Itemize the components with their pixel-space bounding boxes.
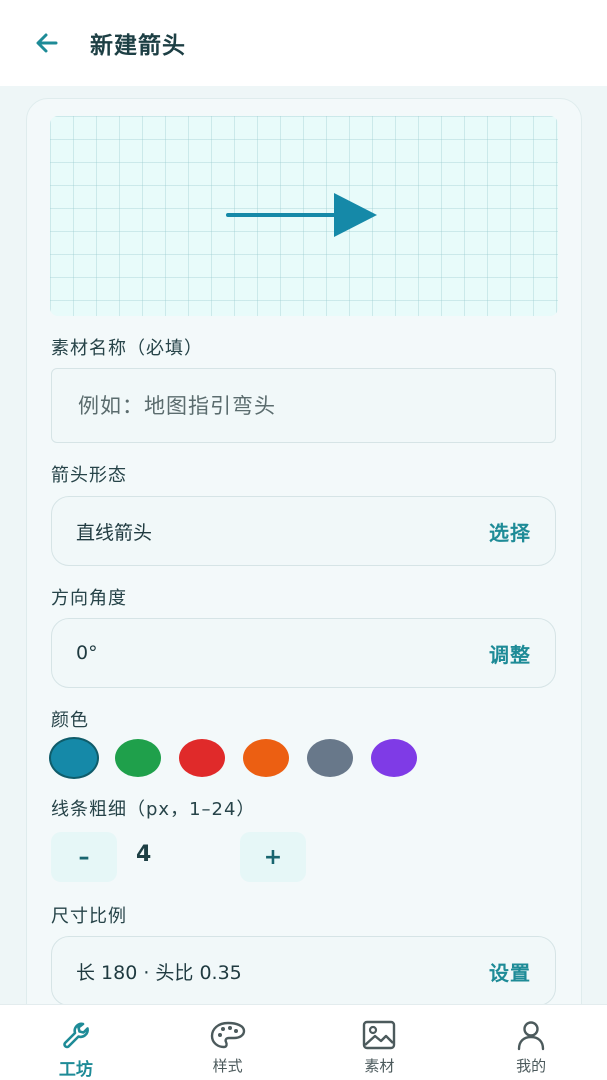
color-swatches bbox=[51, 739, 417, 779]
size-ratio-set-button[interactable]: 设置 bbox=[489, 957, 531, 986]
arrow-head bbox=[334, 193, 377, 237]
bottom-nav: 工坊 样式 素材 我的 bbox=[0, 1004, 607, 1080]
size-ratio-label: 尺寸比例 bbox=[51, 906, 127, 927]
nav-label-assets: 素材 bbox=[364, 1057, 395, 1075]
nav-item-profile[interactable]: 我的 bbox=[455, 1005, 607, 1080]
shape-label: 箭头形态 bbox=[51, 465, 127, 486]
color-swatch-orange[interactable] bbox=[243, 739, 289, 777]
palette-icon bbox=[210, 1021, 245, 1049]
app-header: 新建箭头 bbox=[0, 0, 607, 86]
nav-item-workshop[interactable]: 工坊 bbox=[0, 1005, 152, 1080]
nav-item-assets[interactable]: 素材 bbox=[304, 1005, 456, 1080]
nav-item-style[interactable]: 样式 bbox=[152, 1005, 304, 1080]
wrench-icon bbox=[63, 1022, 89, 1049]
angle-adjust-button[interactable]: 调整 bbox=[489, 639, 531, 668]
size-ratio-selector[interactable]: 长 180 · 头比 0.35 设置 bbox=[51, 936, 556, 1006]
angle-label: 方向角度 bbox=[51, 588, 127, 609]
stroke-width-label: 线条粗细（px，1–24） bbox=[51, 799, 256, 820]
color-swatch-teal[interactable] bbox=[51, 739, 97, 777]
stroke-decrease-button[interactable]: – bbox=[51, 832, 117, 882]
color-label: 颜色 bbox=[51, 710, 89, 731]
shape-select-button[interactable]: 选择 bbox=[489, 517, 531, 546]
name-input[interactable] bbox=[52, 369, 555, 442]
name-label: 素材名称（必填） bbox=[51, 338, 203, 359]
color-swatch-green[interactable] bbox=[115, 739, 161, 777]
nav-label-profile: 我的 bbox=[516, 1057, 547, 1075]
name-input-box bbox=[51, 368, 556, 443]
color-swatch-red[interactable] bbox=[179, 739, 225, 777]
image-icon bbox=[363, 1020, 396, 1050]
user-icon bbox=[517, 1021, 545, 1051]
arrow-preview bbox=[226, 193, 377, 237]
arrow-left-icon bbox=[36, 33, 58, 53]
nav-label-workshop: 工坊 bbox=[58, 1060, 93, 1080]
stroke-increase-button[interactable]: + bbox=[240, 832, 306, 882]
stroke-width-value: 4 bbox=[136, 842, 152, 867]
arrow-preview-canvas bbox=[50, 116, 558, 316]
shape-value: 直线箭头 bbox=[76, 521, 153, 544]
back-button[interactable] bbox=[24, 20, 70, 66]
color-swatch-purple[interactable] bbox=[371, 739, 417, 777]
angle-selector[interactable]: 0° 调整 bbox=[51, 618, 556, 688]
shape-selector[interactable]: 直线箭头 选择 bbox=[51, 496, 556, 566]
size-ratio-value: 长 180 · 头比 0.35 bbox=[76, 961, 242, 984]
color-swatch-gray[interactable] bbox=[307, 739, 353, 777]
angle-value: 0° bbox=[76, 642, 98, 664]
page-title: 新建箭头 bbox=[90, 33, 186, 59]
nav-label-style: 样式 bbox=[212, 1057, 243, 1075]
